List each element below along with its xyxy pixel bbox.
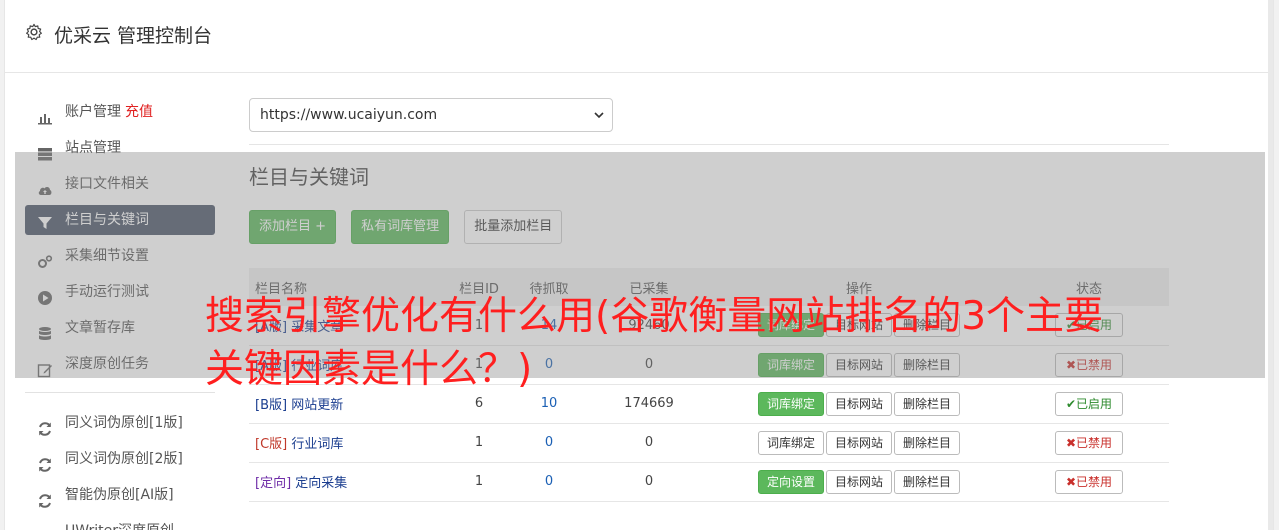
header: 优采云 管理控制台 [5, 0, 1273, 73]
actions-cell: 词库绑定 目标网站 删除栏目 [709, 423, 1009, 462]
column-name-cell[interactable]: [C版] 行业词库 [249, 423, 449, 462]
column-name[interactable]: 网站更新 [291, 398, 343, 413]
pending-count: 0 [544, 435, 554, 450]
status-toggle-button[interactable]: ✖已禁用 [1054, 469, 1124, 494]
pending-count: 0 [544, 474, 554, 489]
overlay-headline: 搜索引擎优化有什么用(谷歌衡量网站排名的3个主要关键因素是什么？) [205, 294, 1104, 392]
table-row: [C版] 行业词库 1 0 0 词库绑定 目标网站 删除栏目 ✖已禁用 [249, 423, 1169, 462]
sidebar-item-0[interactable]: 账户管理 充值 [25, 94, 215, 130]
sidebar-divider [25, 392, 215, 393]
bind-lib-button[interactable]: 定向设置 [757, 469, 824, 494]
actions-cell: 定向设置 目标网站 删除栏目 [709, 462, 1009, 501]
chevron-down-icon [594, 112, 604, 119]
sidebar-item-label: 账户管理 [65, 104, 121, 120]
refresh-icon [37, 415, 53, 436]
sidebar-item-label: 同义词伪原创[2版] [65, 451, 183, 467]
site-select-value: https://www.ucaiyun.com [260, 107, 438, 123]
edit-icon [37, 523, 53, 530]
site-select[interactable]: https://www.ucaiyun.com [249, 98, 613, 132]
bar-chart-icon [37, 104, 53, 125]
collected-count: 0 [644, 435, 654, 450]
divider [249, 144, 1169, 145]
target-site-button[interactable]: 目标网站 [825, 430, 892, 455]
column-tag: [B版] [255, 398, 288, 413]
sidebar-item-b1[interactable]: 同义词伪原创[2版] [25, 441, 215, 477]
sidebar-item-label: 智能伪原创[AI版] [65, 487, 174, 503]
column-tag: [定向] [255, 476, 292, 491]
status-cell: ✖已禁用 [1009, 462, 1169, 501]
scrollbar[interactable] [1268, 0, 1273, 530]
status-cell: ✖已禁用 [1009, 423, 1169, 462]
column-name-cell[interactable]: [定向] 定向采集 [249, 462, 449, 501]
column-name[interactable]: 行业词库 [291, 437, 343, 452]
gear-icon [26, 23, 42, 41]
column-id: 1 [474, 474, 484, 489]
target-site-button[interactable]: 目标网站 [825, 469, 892, 494]
collected-count: 0 [644, 474, 654, 489]
bind-lib-button[interactable]: 词库绑定 [757, 430, 824, 455]
sidebar-item-label: 同义词伪原创[1版] [65, 415, 183, 431]
column-id: 1 [474, 435, 484, 450]
sidebar-item-b3[interactable]: UWriter深度原创 [25, 513, 215, 530]
delete-column-button[interactable]: 删除栏目 [894, 469, 961, 494]
page-title: 优采云 管理控制台 [54, 25, 213, 47]
status-toggle-button[interactable]: ✖已禁用 [1054, 430, 1124, 455]
recharge-link[interactable]: 充值 [125, 104, 153, 120]
refresh-icon [37, 451, 53, 472]
delete-column-button[interactable]: 删除栏目 [894, 430, 961, 455]
column-tag: [C版] [255, 437, 288, 452]
sidebar-item-b2[interactable]: 智能伪原创[AI版] [25, 477, 215, 513]
sidebar-item-b0[interactable]: 同义词伪原创[1版] [25, 405, 215, 441]
column-name[interactable]: 定向采集 [295, 476, 347, 491]
sidebar-item-label: UWriter深度原创 [65, 523, 174, 530]
refresh-icon [37, 487, 53, 508]
table-row: [定向] 定向采集 1 0 0 定向设置 目标网站 删除栏目 ✖已禁用 [249, 462, 1169, 501]
